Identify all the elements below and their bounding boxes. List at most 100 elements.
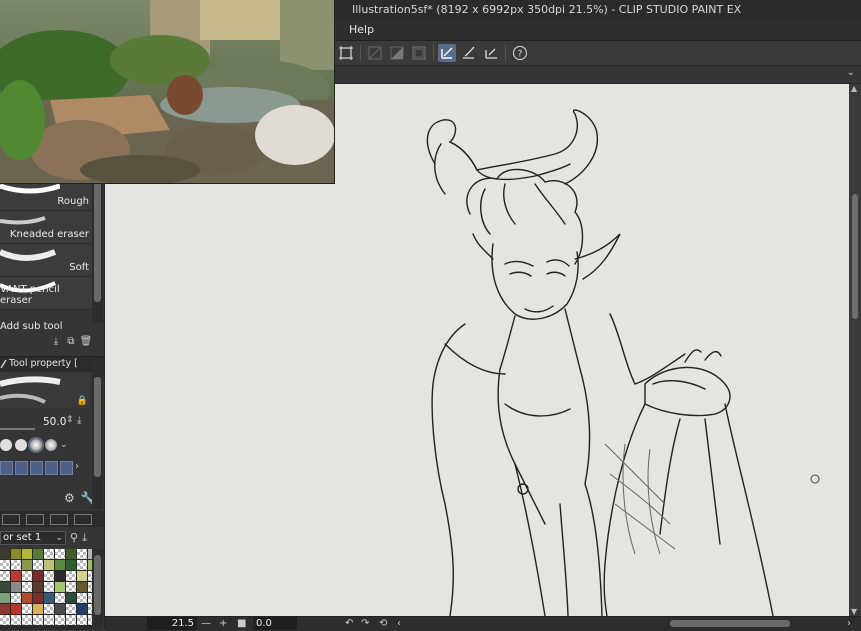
tip-shape-hard[interactable] [0,439,12,451]
panel-tab[interactable] [2,513,20,525]
color-swatch[interactable] [0,549,10,559]
color-swatch[interactable] [66,560,76,570]
color-swatch[interactable] [55,549,65,559]
tip-swatch[interactable] [30,461,43,475]
size-preset-icon[interactable]: ⤓ [77,415,81,426]
tip-shape-soft[interactable] [45,439,57,451]
tool-property-scrollbar[interactable] [92,359,103,509]
color-swatch[interactable] [44,593,54,603]
color-swatch[interactable] [66,615,76,625]
scroll-right-icon[interactable]: › [847,617,851,630]
brush-item-kneaded-eraser[interactable]: Kneaded eraser [0,211,92,244]
snap-grid-icon[interactable] [410,44,428,62]
scroll-down-icon[interactable]: ▼ [851,607,857,616]
color-swatch[interactable] [33,593,43,603]
reset-rotation-icon[interactable]: ⟲ [379,617,387,630]
color-swatch[interactable] [33,560,43,570]
spinner-icon[interactable]: ⇕ [66,415,74,425]
scroll-left-icon[interactable]: ‹ [397,617,401,630]
tip-swatch[interactable] [0,461,13,475]
fit-icon[interactable]: ■ [237,617,246,630]
trash-icon[interactable]: 🗑 [80,335,93,347]
color-swatch[interactable] [11,593,21,603]
color-swatch[interactable] [33,615,43,625]
color-swatch[interactable] [55,593,65,603]
scroll-up-icon[interactable]: ▲ [851,84,857,93]
color-swatch[interactable] [22,560,32,570]
stabilizer-brush-icon[interactable] [460,44,478,62]
color-swatch[interactable] [77,593,87,603]
color-swatch[interactable] [55,560,65,570]
snap-ruler-icon[interactable] [388,44,406,62]
brush-item-vant-pencil-eraser[interactable]: VANT pencil eraser [0,277,92,310]
snap-off-icon[interactable] [366,44,384,62]
tip-swatch[interactable] [15,461,28,475]
add-sub-tool-button[interactable]: Add sub tool [0,321,92,335]
tip-swatch[interactable] [45,461,58,475]
canvas-vertical-scrollbar[interactable]: ▲ ▼ [849,84,861,616]
zoom-in-icon[interactable]: + [219,617,227,630]
scroll-thumb[interactable] [852,194,858,319]
color-swatch[interactable] [44,571,54,581]
color-swatch[interactable] [77,560,87,570]
brush-size-value[interactable]: 50.0 [43,416,66,428]
color-swatch[interactable] [77,582,87,592]
color-swatch[interactable] [66,593,76,603]
color-swatch[interactable] [44,615,54,625]
color-swatch[interactable] [22,593,32,603]
color-swatch[interactable] [11,604,21,614]
color-swatch[interactable] [22,549,32,559]
color-swatch[interactable] [44,604,54,614]
color-swatch[interactable] [55,604,65,614]
stabilizer-eraser-icon[interactable] [482,44,500,62]
color-swatch[interactable] [0,615,10,625]
color-swatch[interactable] [66,549,76,559]
tool-property-header[interactable]: Tool property [ [0,356,104,372]
color-swatch[interactable] [33,571,43,581]
search-icon[interactable]: ⚲ [70,531,78,545]
color-swatch[interactable] [44,582,54,592]
palette-scrollbar[interactable] [92,549,103,630]
color-swatch[interactable] [66,604,76,614]
add-color-icon[interactable]: ⤓ [82,531,87,545]
color-swatch[interactable] [55,615,65,625]
menu-help[interactable]: Help [349,23,374,36]
color-swatch[interactable] [22,615,32,625]
color-swatch[interactable] [22,571,32,581]
color-swatch[interactable] [11,560,21,570]
panel-tab[interactable] [26,513,44,525]
duplicate-icon[interactable]: ⧉ [65,335,77,347]
color-set-dropdown[interactable]: or set 1 ⌄ [0,531,66,545]
rotate-right-icon[interactable]: ↷ [361,617,369,630]
color-swatch[interactable] [0,593,10,603]
color-swatch[interactable] [77,549,87,559]
color-swatch[interactable] [0,560,10,570]
color-swatch[interactable] [0,582,10,592]
tip-swatch[interactable] [60,461,73,475]
chevron-down-icon[interactable]: ⌄ [847,67,855,78]
color-swatch[interactable] [33,604,43,614]
panel-tab[interactable] [50,513,68,525]
color-swatch[interactable] [33,549,43,559]
color-swatch[interactable] [66,571,76,581]
brush-list-scrollbar[interactable] [92,178,103,323]
color-swatch[interactable] [77,571,87,581]
color-swatch[interactable] [55,571,65,581]
color-swatch[interactable] [22,582,32,592]
zoom-out-icon[interactable]: — [201,617,211,630]
color-swatch[interactable] [77,615,87,625]
zoom-field[interactable]: 21.5 [147,617,197,630]
color-swatch[interactable] [55,582,65,592]
help-question-icon[interactable]: ? [511,44,529,62]
color-swatch[interactable] [44,560,54,570]
brush-item-soft[interactable]: Soft [0,244,92,277]
color-swatch[interactable] [0,604,10,614]
tip-shape-hard-2[interactable] [15,439,27,451]
chevron-down-icon[interactable]: ⌄ [60,440,68,450]
stabilizer-pen-icon[interactable] [438,44,456,62]
color-swatch[interactable] [0,571,10,581]
color-swatch[interactable] [11,615,21,625]
brush-size-slider[interactable] [0,428,35,430]
transform-icon[interactable] [337,44,355,62]
rotation-field[interactable]: 0.0 [253,617,297,630]
